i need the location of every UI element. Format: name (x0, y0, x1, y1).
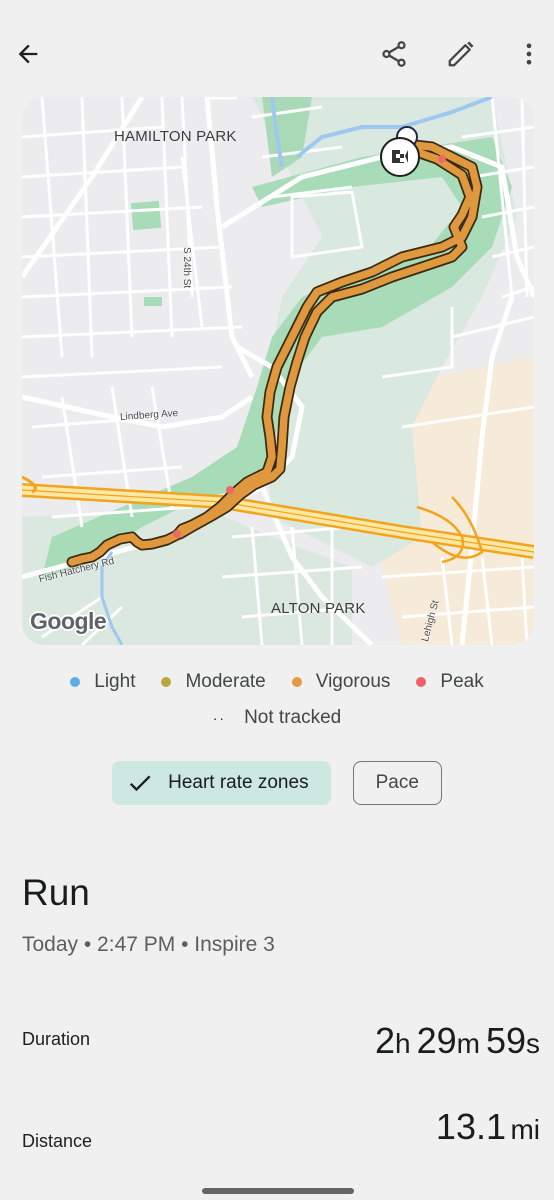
legend-item-not-tracked: ·· Not tracked (213, 707, 341, 729)
distance-number: 13.1 (435, 1106, 506, 1147)
legend-label: Light (94, 671, 136, 692)
legend-dot-icon (416, 677, 427, 687)
share-button[interactable] (370, 30, 418, 78)
more-options-button[interactable] (505, 30, 553, 78)
legend-label: Peak (440, 671, 484, 692)
peak-marker (226, 486, 234, 494)
duration-label: Duration (22, 1029, 91, 1049)
legend-dot-icon (70, 677, 81, 687)
check-icon (126, 769, 154, 797)
legend-dot-icon (291, 677, 302, 687)
chip-label: Pace (375, 772, 419, 793)
top-app-bar (0, 0, 554, 95)
peak-marker (438, 155, 446, 163)
map-label-alton-park: ALTON PARK (271, 600, 366, 617)
legend-item-light: Light (70, 671, 135, 693)
map-label-hamilton-park: HAMILTON PARK (114, 128, 237, 145)
legend-label: Moderate (185, 671, 266, 692)
legend-item-vigorous: Vigorous (291, 671, 391, 693)
hours-value: 2 (374, 1020, 395, 1061)
activity-title: Run (22, 872, 90, 913)
hours-unit: h (395, 1028, 411, 1059)
minutes-value: 29 (416, 1020, 457, 1061)
home-indicator[interactable] (202, 1188, 354, 1194)
more-vert-icon (526, 43, 532, 65)
pace-chip[interactable]: Pace (352, 761, 442, 805)
dotted-line-icon: ·· (212, 710, 227, 726)
share-icon (382, 41, 406, 67)
distance-value: 13.1 mi (436, 1106, 540, 1148)
small-park (130, 200, 162, 231)
legend-label: Not tracked (244, 707, 342, 728)
minutes-unit: m (456, 1028, 480, 1059)
legend-label: Vigorous (315, 671, 391, 692)
peak-marker (173, 530, 181, 538)
back-button[interactable] (4, 30, 52, 78)
checkered-flag-icon (392, 150, 408, 163)
google-attribution-logo: Google (30, 608, 107, 634)
route-map[interactable]: HAMILTON PARK ALTON PARK S 24th St Lindb… (22, 97, 534, 645)
chip-label: Heart rate zones (168, 772, 309, 793)
legend-item-peak: Peak (416, 671, 484, 693)
activity-subtitle: Today • 2:47 PM • Inspire 3 (22, 933, 275, 956)
street-label-s24th: S 24th St (181, 247, 192, 289)
distance-unit: mi (510, 1114, 540, 1145)
heart-rate-legend: Light Moderate Vigorous Peak ·· Not trac… (0, 668, 554, 732)
map-mode-chips: Heart rate zones Pace (0, 761, 554, 805)
edit-button[interactable] (437, 30, 485, 78)
seconds-value: 59 (485, 1020, 526, 1061)
heart-rate-zones-chip[interactable]: Heart rate zones (112, 761, 331, 805)
legend-item-moderate: Moderate (161, 671, 266, 693)
seconds-unit: s (526, 1028, 540, 1059)
arrow-left-icon (18, 44, 38, 64)
pencil-icon (448, 41, 474, 67)
distance-label: Distance (22, 1131, 93, 1151)
small-park-2 (144, 297, 162, 306)
legend-dot-icon (161, 677, 172, 687)
duration-value: 2h 29m 59s (375, 1020, 540, 1062)
